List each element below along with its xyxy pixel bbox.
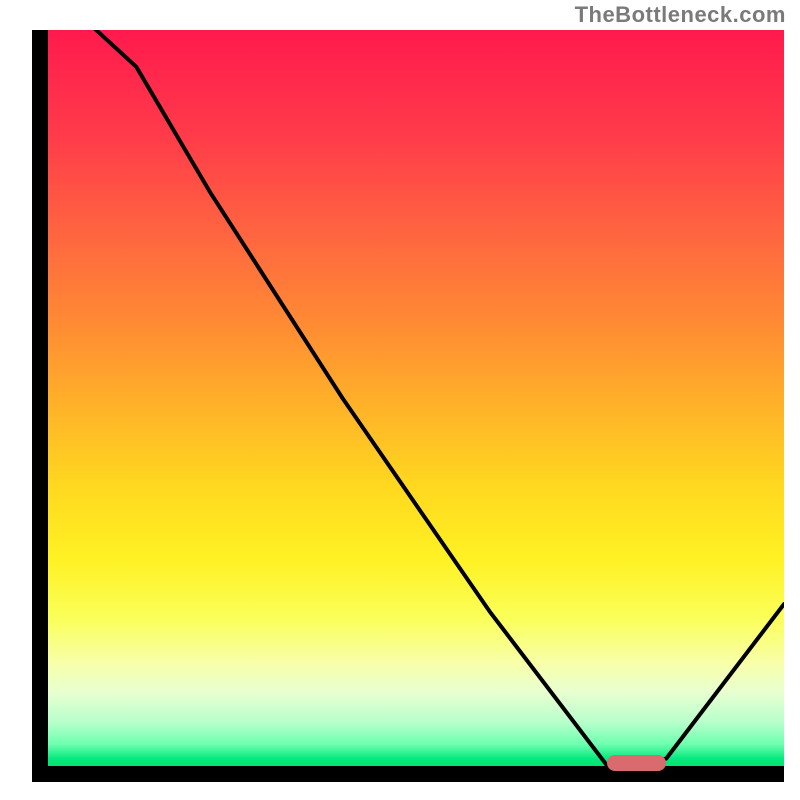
minimum-marker <box>607 755 666 771</box>
plot-area <box>32 30 784 782</box>
attribution-text: TheBottleneck.com <box>575 2 786 28</box>
chart-canvas: TheBottleneck.com <box>0 0 800 800</box>
